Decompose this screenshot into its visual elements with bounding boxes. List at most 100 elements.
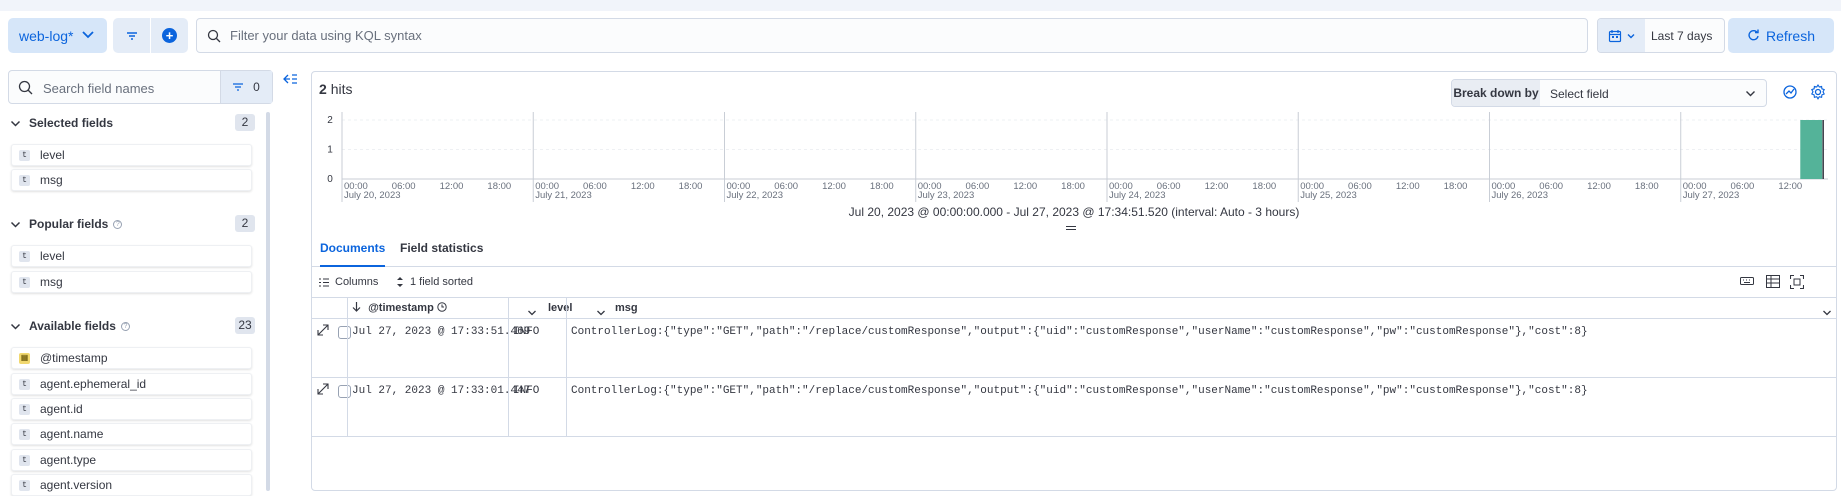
kql-search (196, 18, 1588, 53)
grid-header: @timestamp level msg (312, 297, 1836, 319)
available-fields-header[interactable]: Available fields ? 23 (10, 316, 255, 336)
refresh-button[interactable]: Refresh (1728, 18, 1834, 53)
search-icon (18, 80, 33, 95)
chevron-down-icon (10, 120, 21, 127)
x-tick-label: 18:00 (1252, 181, 1276, 192)
filter-menu-button[interactable] (113, 18, 150, 53)
hits-number: 2 (319, 81, 327, 97)
day-label: July 24, 2023 (1109, 190, 1166, 201)
table-row[interactable]: Jul 27, 2023 @ 17:33:51.469 INFO Control… (312, 319, 1836, 378)
keyboard-icon[interactable] (1740, 275, 1754, 287)
density-icon[interactable] (1766, 275, 1780, 288)
field-item-agent-version[interactable]: t agent.version (11, 474, 252, 496)
columns-button[interactable]: Columns (319, 276, 378, 288)
text-type-icon: t (19, 454, 30, 466)
field-item-msg[interactable]: t msg (11, 169, 252, 191)
inspect-icon[interactable] (1782, 84, 1798, 100)
x-tick-label: 18:00 (487, 181, 511, 192)
breakdown-select[interactable]: Break down by Select field (1451, 79, 1767, 107)
text-type-icon: t (19, 276, 30, 288)
clock-icon (437, 302, 447, 312)
sort-button[interactable]: 1 field sorted (396, 276, 473, 288)
field-name: agent.id (40, 402, 83, 416)
list-icon (319, 278, 329, 286)
selected-fields-title: Selected fields (29, 116, 114, 130)
row-checkbox[interactable] (338, 326, 351, 339)
field-item-level[interactable]: t level (11, 144, 252, 166)
x-tick-label: 12:00 (1205, 181, 1229, 192)
text-type-icon: t (19, 403, 30, 415)
collapse-sidebar-icon[interactable] (283, 73, 298, 85)
popular-fields-header[interactable]: Popular fields ? 2 (10, 214, 255, 234)
chevron-down-icon (1746, 91, 1755, 97)
text-type-icon: t (19, 149, 30, 161)
x-tick-label: 18:00 (870, 181, 894, 192)
text-type-icon: t (19, 378, 30, 390)
header-timestamp[interactable]: @timestamp (352, 298, 447, 318)
row-checkbox[interactable] (338, 385, 351, 398)
x-tick-label: 12:00 (1778, 181, 1802, 192)
search-icon (207, 29, 221, 42)
selected-fields-header[interactable]: Selected fields 2 (10, 113, 255, 133)
expand-icon[interactable] (317, 324, 329, 336)
help-icon[interactable]: ? (120, 321, 130, 331)
expand-icon[interactable] (317, 383, 329, 395)
gear-icon[interactable] (1810, 84, 1826, 100)
chevron-down-icon (10, 323, 21, 330)
field-item-agent-ephemeral-id[interactable]: t agent.ephemeral_id (11, 373, 252, 395)
field-name: level (40, 148, 65, 162)
chevron-down-icon (10, 221, 21, 228)
column-divider (508, 297, 509, 437)
tab-documents[interactable]: Documents (320, 232, 386, 267)
x-tick-label: 12:00 (1396, 181, 1420, 192)
day-label: July 27, 2023 (1683, 190, 1740, 201)
field-search-placeholder: Search field names (43, 81, 155, 96)
text-type-icon: t (19, 174, 30, 186)
add-filter-button[interactable]: + (151, 18, 188, 53)
field-item-level[interactable]: t level (11, 245, 252, 267)
field-item-msg[interactable]: t msg (11, 271, 252, 293)
help-icon[interactable]: ? (113, 219, 123, 229)
field-sidebar: Search field names 0 Selected fields 2 t… (0, 60, 278, 496)
breakdown-value: Select field (1550, 87, 1609, 101)
calendar-icon (1608, 29, 1621, 42)
sorted-label: 1 field sorted (410, 276, 473, 288)
x-tick-label: 18:00 (1444, 181, 1468, 192)
field-name: agent.name (40, 427, 104, 441)
field-type-filter-button[interactable]: 0 (220, 71, 272, 103)
header-timestamp-label: @timestamp (368, 302, 434, 314)
field-item-agent-name[interactable]: t agent.name (11, 423, 252, 445)
cell-level: INFO (513, 385, 540, 397)
field-search[interactable]: Search field names 0 (8, 70, 273, 104)
header-level[interactable]: level (548, 298, 572, 318)
day-label: July 21, 2023 (535, 190, 592, 201)
quick-select-button[interactable] (1598, 19, 1645, 52)
field-item-agent-type[interactable]: t agent.type (11, 449, 252, 471)
header-msg[interactable]: msg (615, 298, 638, 318)
data-view-label: web-log* (19, 27, 74, 44)
columns-label: Columns (335, 276, 379, 288)
day-label: July 22, 2023 (726, 190, 783, 201)
data-view-picker[interactable]: web-log* (8, 18, 107, 53)
fullscreen-icon[interactable] (1790, 275, 1804, 289)
filter-controls: + (113, 18, 188, 53)
column-divider (347, 297, 348, 437)
interval-text: Jul 20, 2023 @ 00:00:00.000 - Jul 27, 20… (848, 205, 1300, 219)
popular-fields-count: 2 (235, 215, 255, 232)
histogram-chart: 21000:00 06:00 12:00 18:00July 20, 202300:0… (327, 112, 1828, 202)
date-picker: Last 7 days (1597, 18, 1725, 53)
table-row[interactable]: Jul 27, 2023 @ 17:33:01.447 INFO Control… (312, 378, 1836, 437)
field-item-agent-id[interactable]: t agent.id (11, 398, 252, 420)
cell-timestamp: Jul 27, 2023 @ 17:33:01.447 (352, 385, 531, 397)
query-bar: web-log* + Last 7 days Refresh (0, 11, 1841, 60)
date-type-icon: ▦ (19, 352, 30, 364)
y-tick-label: 0 (327, 174, 333, 185)
selected-fields-count: 2 (235, 114, 255, 131)
field-item-timestamp[interactable]: ▦ @timestamp (11, 347, 252, 369)
x-tick-label: 18:00 (1061, 181, 1085, 192)
sidebar-scrollbar[interactable] (266, 112, 270, 491)
tab-field-statistics[interactable]: Field statistics (400, 232, 483, 267)
kql-search-input[interactable] (230, 28, 1530, 43)
time-range-label[interactable]: Last 7 days (1651, 29, 1712, 43)
cell-msg: ControllerLog:{"type":"GET","path":"/rep… (571, 385, 1588, 397)
